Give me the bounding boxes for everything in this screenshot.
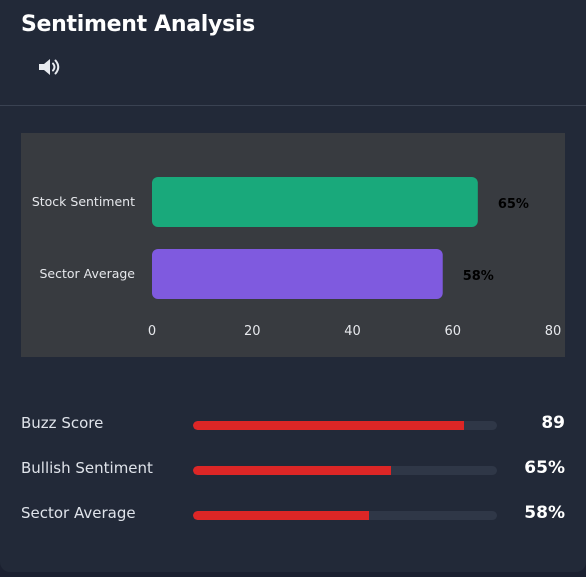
sentiment-card: Sentiment Analysis Stock Sentiment 65% Sec… xyxy=(0,0,586,572)
metric-progress-fill xyxy=(193,511,370,520)
metric-value: 65% xyxy=(524,458,565,478)
metric-label: Sector Average xyxy=(21,504,136,522)
x-tick-label: 0 xyxy=(148,324,156,339)
x-tick-label: 60 xyxy=(444,324,461,339)
sentiment-bar-chart: Stock Sentiment 65% Sector Average 58% 0 20 40… xyxy=(21,133,565,357)
bar-stock-sentiment xyxy=(152,177,478,227)
bar-data-label: 65% xyxy=(498,197,529,212)
card-title: Sentiment Analysis xyxy=(21,12,255,37)
metric-value: 89 xyxy=(541,413,565,433)
x-tick-label: 20 xyxy=(244,324,261,339)
metric-progress-track xyxy=(193,511,497,520)
metric-progress-fill xyxy=(193,421,464,430)
x-tick-label: 40 xyxy=(344,324,361,339)
bar-sector-average xyxy=(152,249,443,299)
metric-progress-fill xyxy=(193,466,391,475)
metric-value: 58% xyxy=(524,503,565,523)
category-label: Sector Average xyxy=(40,266,136,281)
metric-label: Bullish Sentiment xyxy=(21,459,153,477)
x-tick-label: 80 xyxy=(545,324,562,339)
category-label: Stock Sentiment xyxy=(32,194,135,209)
metric-label: Buzz Score xyxy=(21,414,104,432)
bar-data-label: 58% xyxy=(463,269,494,284)
chart-svg: Stock Sentiment 65% Sector Average 58% 0 20 40… xyxy=(32,177,562,339)
header-divider xyxy=(0,105,586,106)
speaker-icon[interactable] xyxy=(37,57,63,77)
metric-progress-track xyxy=(193,421,497,430)
metric-progress-track xyxy=(193,466,497,475)
